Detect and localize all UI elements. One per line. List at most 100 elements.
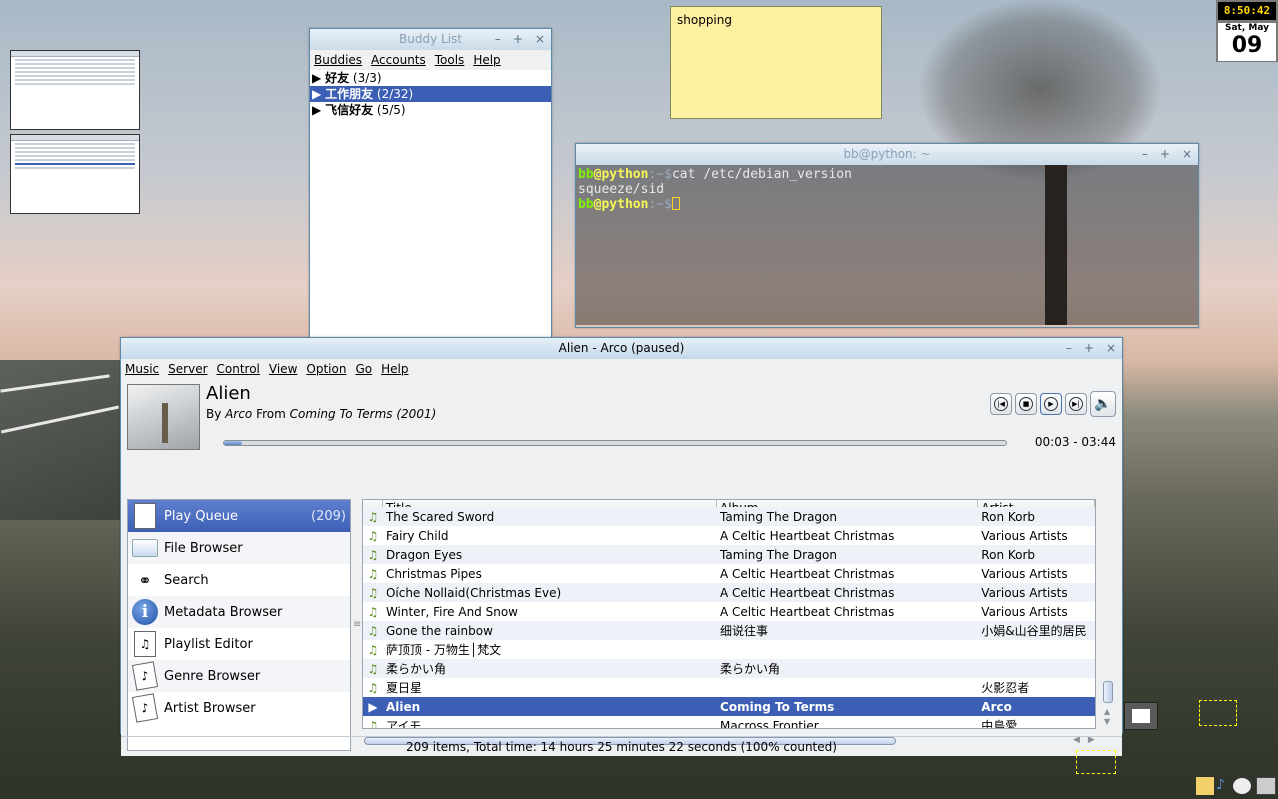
buddy-group[interactable]: ▶ 好友 (3/3) — [310, 70, 551, 86]
close-icon[interactable]: × — [1182, 144, 1192, 165]
expander-arrow-icon[interactable]: ▶ — [312, 71, 321, 85]
menu-go[interactable]: Go — [355, 362, 372, 376]
buddy-group[interactable]: ▶ 飞信好友 (5/5) — [310, 102, 551, 118]
sidebar-item-search[interactable]: ⚭ Search — [128, 564, 350, 596]
seek-bar[interactable] — [223, 440, 1007, 446]
sticky-note-text[interactable]: shopping — [677, 13, 732, 27]
next-icon: ▶| — [1069, 397, 1083, 411]
playback-time: 00:03 - 03:44 — [1034, 435, 1116, 449]
stop-button[interactable]: ■ — [1015, 393, 1037, 415]
expander-arrow-icon[interactable]: ▶ — [312, 103, 321, 117]
cell-title: 萨顶顶 - 万物生│梵文 — [385, 643, 502, 657]
table-row[interactable]: ♫ Christmas Pipes A Celtic Heartbeat Chris… — [363, 564, 1095, 583]
terminal-prompt[interactable]: bb@python:~$ — [578, 197, 1196, 212]
file-browser-icon — [132, 539, 158, 557]
table-row[interactable]: ♫ 柔らかい角 柔らかい角 — [363, 659, 1095, 678]
table-rows: ♫ The Scared Sword Taming The Dragon Ron Ko… — [363, 507, 1095, 729]
music-player-titlebar[interactable]: Alien - Arco (paused) – + × — [121, 338, 1122, 359]
terminal-window[interactable]: bb@python: ~ – + × bb@python:~$cat /etc/de… — [575, 143, 1199, 328]
menu-help[interactable]: Help — [381, 362, 408, 376]
volume-button[interactable]: 🔈 — [1090, 391, 1116, 417]
maximize-icon[interactable]: + — [513, 29, 523, 50]
playlist-icon: ♫ — [134, 631, 156, 657]
music-note-icon[interactable]: ♪ — [1216, 777, 1230, 795]
play-queue-icon: ♫ — [134, 503, 156, 529]
song-title: Alien — [206, 383, 251, 404]
menu-help[interactable]: Help — [473, 53, 500, 67]
table-row[interactable]: ♫ Winter, Fire And Snow A Celtic Heartbeat… — [363, 602, 1095, 621]
workspace-thumbnail-2[interactable] — [10, 134, 140, 214]
maximize-icon[interactable]: + — [1160, 144, 1170, 165]
table-row-current[interactable]: ▶ Alien Coming To Terms Arco — [363, 697, 1095, 716]
sidebar-item-artist-browser[interactable]: ♪ Artist Browser — [128, 692, 350, 724]
menu-buddies[interactable]: Buddies — [314, 53, 362, 67]
buddy-list-titlebar[interactable]: Buddy List – + × — [310, 29, 551, 50]
minimize-icon[interactable]: – — [1066, 338, 1072, 359]
sidebar-item-play-queue[interactable]: ♫ Play Queue (209) — [128, 500, 350, 532]
song-info: By Arco From Coming To Terms (2001) — [206, 407, 437, 421]
sidebar-item-genre-browser[interactable]: ♪ Genre Browser — [128, 660, 350, 692]
network-tray-icon[interactable] — [1256, 777, 1276, 795]
folder-icon[interactable] — [1196, 777, 1214, 795]
cell-title: The Scared Sword — [385, 509, 495, 524]
cell-title: Fairy Child — [385, 528, 449, 543]
cell-artist: Ron Korb — [981, 509, 1036, 524]
menu-option[interactable]: Option — [306, 362, 346, 376]
buddy-group[interactable]: ▶ 工作朋友 (2/32) — [310, 86, 551, 102]
cell-artist: 中島愛 — [981, 719, 1018, 729]
play-button[interactable]: ▶ — [1040, 393, 1062, 415]
sidebar-item-file-browser[interactable]: File Browser — [128, 532, 350, 564]
music-note-icon: ♫ — [367, 604, 379, 619]
table-row[interactable]: ♫ Dragon Eyes Taming The Dragon Ron Korb — [363, 545, 1095, 564]
clock-tray-icon[interactable] — [1232, 777, 1252, 795]
menu-view[interactable]: View — [269, 362, 297, 376]
cell-title: Alien — [385, 699, 421, 714]
close-icon[interactable]: × — [535, 29, 545, 50]
clock-widget[interactable]: 8:50:42 Sat, May 09 — [1216, 0, 1278, 62]
terminal-titlebar[interactable]: bb@python: ~ – + × — [576, 144, 1198, 165]
album-name: Coming To Terms (2001) — [289, 407, 437, 421]
album-cover — [127, 384, 200, 450]
table-row[interactable]: ♫ Oíche Nollaid(Christmas Eve) A Celtic He… — [363, 583, 1095, 602]
maximize-icon[interactable]: + — [1084, 338, 1094, 359]
next-button[interactable]: ▶| — [1065, 393, 1087, 415]
sidebar-item-label: Metadata Browser — [164, 604, 283, 620]
genre-icon: ♪ — [131, 661, 159, 691]
desktop-folder-icon[interactable] — [1199, 700, 1237, 726]
scroll-up-icon[interactable]: ▲ — [1104, 707, 1110, 716]
table-row[interactable]: ♫ アイモ Macross Frontier 中島愛 — [363, 716, 1095, 729]
previous-button[interactable]: |◀ — [990, 393, 1012, 415]
minimize-icon[interactable]: – — [1142, 144, 1148, 165]
table-row[interactable]: ♫ 夏日星 火影忍者 — [363, 678, 1095, 697]
workspace-thumbnail-1[interactable] — [10, 50, 140, 130]
menu-accounts[interactable]: Accounts — [371, 53, 426, 67]
minimize-icon[interactable]: – — [495, 29, 501, 50]
desktop-files-icon[interactable] — [1076, 750, 1116, 774]
sidebar-item-metadata-browser[interactable]: i Metadata Browser — [128, 596, 350, 628]
table-row[interactable]: ♫ 萨顶顶 - 万物生│梵文 — [363, 640, 1095, 659]
binoculars-icon: ⚭ — [138, 570, 152, 590]
expander-arrow-icon[interactable]: ▶ — [312, 87, 321, 101]
buddy-list-window[interactable]: Buddy List – + × Buddies Accounts Tools He… — [309, 28, 552, 338]
table-row[interactable]: ♫ Gone the rainbow 细说往事 小娟&山谷里的居民 — [363, 621, 1095, 640]
close-icon[interactable]: × — [1106, 338, 1116, 359]
play-queue-count: (209) — [311, 508, 346, 524]
scrollbar-thumb[interactable] — [1103, 681, 1113, 703]
menu-music[interactable]: Music — [125, 362, 159, 376]
table-row[interactable]: ♫ The Scared Sword Taming The Dragon Ron Ko… — [363, 507, 1095, 526]
scroll-down-icon[interactable]: ▼ — [1104, 717, 1110, 726]
music-player-window[interactable]: Alien - Arco (paused) – + × Music Server C… — [120, 337, 1123, 756]
terminal-content[interactable]: bb@python:~$cat /etc/debian_version sque… — [576, 165, 1198, 325]
sidebar-item-playlist-editor[interactable]: ♫ Playlist Editor — [128, 628, 350, 660]
music-note-icon: ♫ — [367, 585, 379, 600]
menu-server[interactable]: Server — [168, 362, 207, 376]
play-queue-table: Title Album Artist ♫The Scared SwordTami… — [362, 499, 1096, 729]
menu-control[interactable]: Control — [217, 362, 260, 376]
menu-tools[interactable]: Tools — [435, 53, 465, 67]
pane-splitter-handle[interactable]: ≡ — [353, 619, 361, 630]
desktop-window-icon[interactable] — [1124, 702, 1158, 730]
table-row[interactable]: ♫ Fairy Child A Celtic Heartbeat Christmas… — [363, 526, 1095, 545]
vertical-scrollbar[interactable]: ▲ ▼ — [1101, 499, 1115, 729]
cell-title: Oíche Nollaid(Christmas Eve) — [385, 585, 562, 600]
sticky-note[interactable]: shopping — [670, 6, 882, 119]
